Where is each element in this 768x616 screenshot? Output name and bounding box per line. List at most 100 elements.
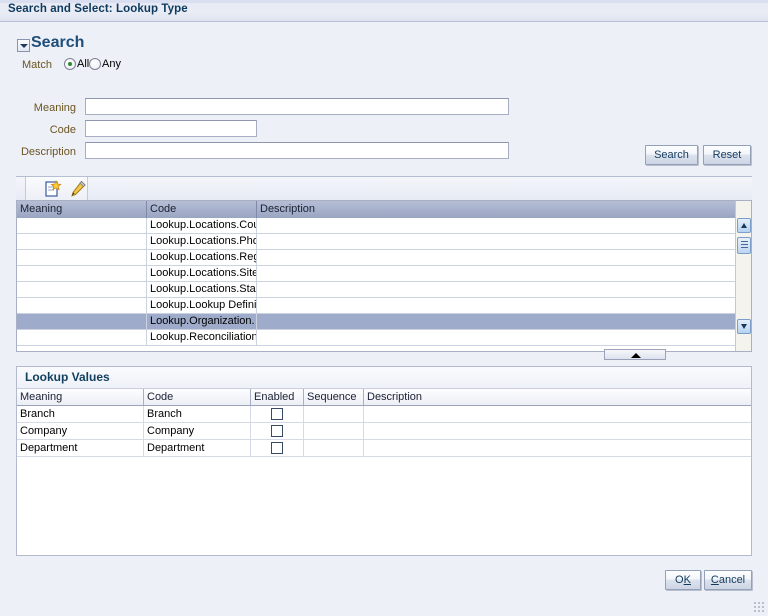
list-item[interactable]: Branch Branch [17,406,751,423]
scroll-thumb-icon[interactable] [737,237,751,254]
dialog-titlebar: Search and Select: Lookup Type [0,0,768,22]
match-radio-any[interactable] [89,58,101,70]
lookup-values-header: Lookup Values [17,367,751,389]
lv-cell-enabled [251,406,304,422]
search-heading: Search [31,34,85,51]
list-item[interactable]: Company Company [17,423,751,440]
results-column-code[interactable]: Code [147,201,257,218]
cell-description [257,282,737,297]
cell-meaning [17,282,147,297]
table-row[interactable]: Lookup.Locations.Site [17,266,737,282]
cell-code: Lookup.Locations.Site [147,266,257,281]
meaning-label: Meaning [33,102,76,114]
match-label: Match [22,59,52,71]
scroll-down-icon[interactable] [737,319,751,334]
lookup-values-grid-header: Meaning Code Enabled Sequence Descriptio… [17,389,751,406]
lv-cell-sequence [304,440,364,456]
cell-code: Lookup.Locations.Cou [147,218,257,233]
cell-meaning [17,218,147,233]
table-row[interactable]: Lookup.Locations.Reg [17,250,737,266]
cell-meaning [17,250,147,265]
lv-cell-sequence [304,406,364,422]
lookup-values-grid-body: Branch Branch Company Company Department… [17,406,751,457]
cell-code: Lookup.Locations.Pho [147,234,257,249]
lv-cell-enabled [251,423,304,439]
results-column-meaning[interactable]: Meaning [17,201,147,218]
match-radio-all[interactable] [64,58,76,70]
toolbar-button-group [25,177,88,201]
results-panel: Meaning Code Description Lookup.Location… [16,176,752,352]
chevron-down-icon[interactable] [17,39,30,52]
cell-meaning [17,298,147,313]
lv-cell-enabled [251,440,304,456]
cell-code: Lookup.Locations.Reg [147,250,257,265]
lv-cell-code: Branch [144,406,251,422]
create-new-icon[interactable] [44,180,62,198]
cell-meaning [17,330,147,345]
cell-description [257,266,737,281]
table-row[interactable]: Lookup.Locations.Sta [17,282,737,298]
enabled-checkbox[interactable] [271,442,283,454]
table-row[interactable]: Lookup.Locations.Pho [17,234,737,250]
lv-column-sequence[interactable]: Sequence [304,389,364,405]
collapse-up-icon[interactable] [604,349,666,360]
results-grid-body[interactable]: Lookup.Locations.Cou Lookup.Locations.Ph… [17,218,737,351]
results-column-description[interactable]: Description [257,201,737,218]
results-grid: Meaning Code Description Lookup.Location… [16,200,752,352]
results-vertical-scrollbar[interactable] [735,201,751,351]
lv-cell-sequence [304,423,364,439]
cell-meaning [17,266,147,281]
cell-description [257,314,737,329]
lv-cell-meaning: Branch [17,406,144,422]
resize-grip-icon[interactable] [754,602,766,614]
edit-pencil-icon[interactable] [69,180,87,198]
table-row[interactable]: Lookup.Locations.Cou [17,218,737,234]
ok-button-label: OK [675,574,691,586]
table-row-selected[interactable]: Lookup.Organization. [17,314,737,330]
scroll-up-icon[interactable] [737,218,751,233]
lookup-values-panel: Lookup Values Meaning Code Enabled Seque… [16,366,752,556]
lv-cell-code: Department [144,440,251,456]
cancel-button-label: Cancel [710,574,746,586]
lv-cell-meaning: Department [17,440,144,456]
cell-description [257,218,737,233]
meaning-input[interactable] [85,98,509,115]
code-label: Code [49,124,76,136]
cell-code: Lookup.Lookup Defini [147,298,257,313]
enabled-checkbox[interactable] [271,425,283,437]
cell-meaning [17,234,147,249]
search-button[interactable]: Search [645,145,698,165]
lv-column-code[interactable]: Code [144,389,251,405]
table-row[interactable]: Lookup.Lookup Defini [17,298,737,314]
code-input[interactable] [85,120,257,137]
lv-column-description[interactable]: Description [364,389,751,405]
results-toolbar [16,176,752,201]
list-item[interactable]: Department Department [17,440,751,457]
table-row[interactable]: Lookup.Reconciliation [17,330,737,346]
cell-code: Lookup.Locations.Sta [147,282,257,297]
search-and-select-dialog: Search and Select: Lookup Type Search Ma… [0,0,768,616]
lv-cell-description [364,423,751,439]
lv-cell-meaning: Company [17,423,144,439]
cell-code: Lookup.Organization. [147,314,257,329]
cancel-button[interactable]: Cancel [704,570,752,590]
cancel-accesskey: C [710,574,719,586]
ok-button[interactable]: OK [665,570,701,590]
lv-cell-description [364,440,751,456]
lv-column-meaning[interactable]: Meaning [17,389,144,405]
cell-description [257,234,737,249]
lv-column-enabled[interactable]: Enabled [251,389,304,405]
cell-meaning [17,314,147,329]
match-radio-any-label: Any [102,58,121,70]
lookup-values-grid: Meaning Code Enabled Sequence Descriptio… [17,389,751,555]
cell-description [257,298,737,313]
cell-code: Lookup.Reconciliation [147,330,257,345]
cell-description [257,250,737,265]
enabled-checkbox[interactable] [271,408,283,420]
ok-accesskey: K [683,574,691,586]
lv-cell-code: Company [144,423,251,439]
reset-button[interactable]: Reset [703,145,751,165]
lookup-values-title: Lookup Values [25,370,110,384]
description-input[interactable] [85,142,509,159]
description-label: Description [20,146,76,158]
